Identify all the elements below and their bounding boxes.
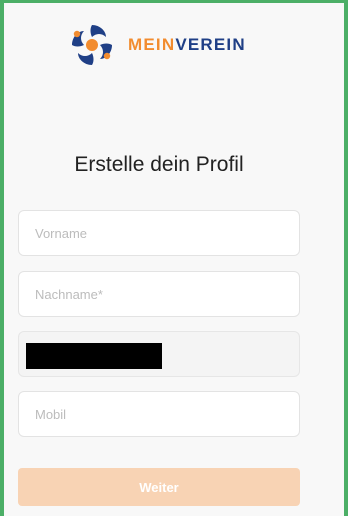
page-title: Erstelle dein Profil — [74, 153, 244, 176]
brand-name: MEINVEREIN — [128, 35, 246, 55]
club-logo-icon — [72, 25, 112, 65]
redacted-value-bar — [26, 343, 162, 369]
app-frame: MEINVEREIN Erstelle dein Profil Weiter — [0, 0, 348, 516]
continue-button[interactable]: Weiter — [18, 468, 300, 506]
logo: MEINVEREIN — [68, 21, 246, 69]
first-name-field[interactable] — [18, 210, 300, 256]
mobile-field[interactable] — [18, 391, 300, 437]
last-name-field[interactable] — [18, 271, 300, 317]
brand-name-part1: MEIN — [128, 35, 176, 54]
brand-name-part2: VEREIN — [175, 35, 246, 54]
